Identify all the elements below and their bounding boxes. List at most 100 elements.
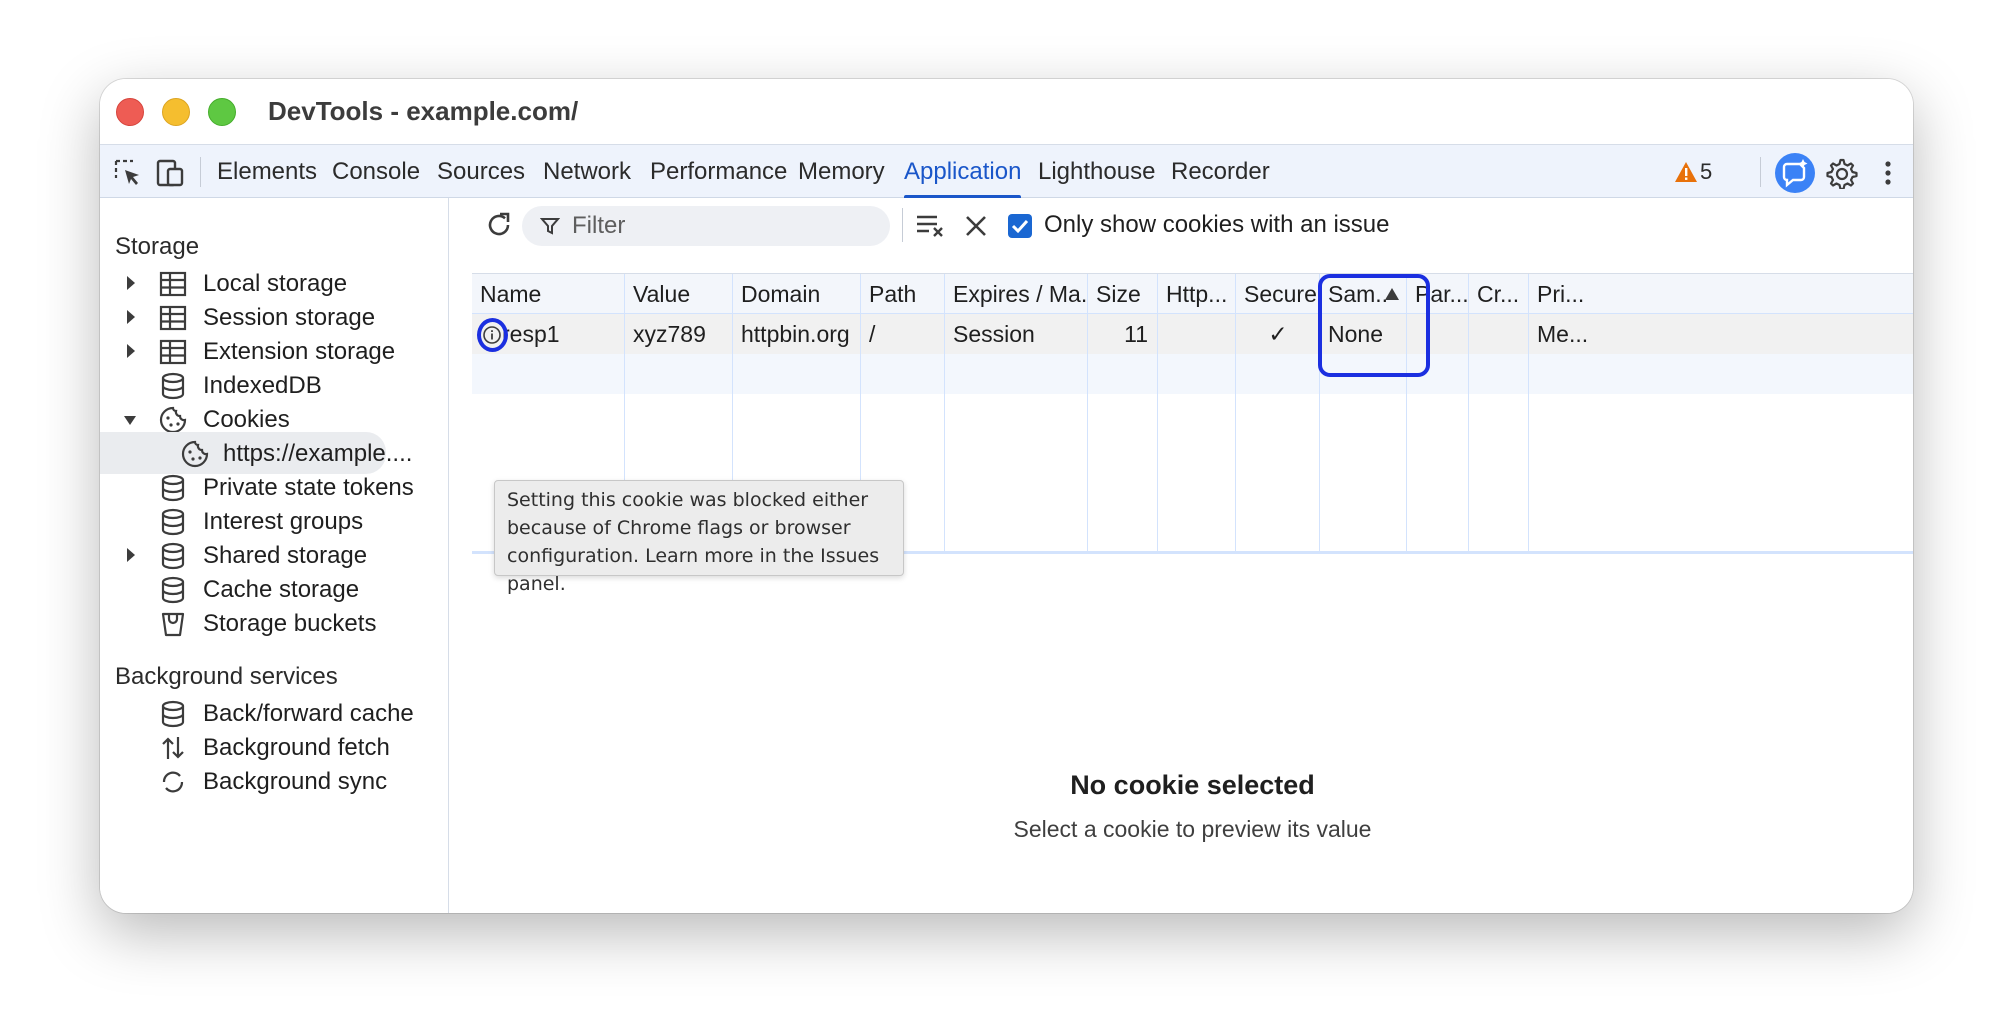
database-icon bbox=[161, 576, 185, 604]
sync-icon bbox=[162, 771, 184, 793]
cell-secure: ✓ bbox=[1268, 321, 1288, 347]
preview-empty-title: No cookie selected bbox=[1070, 770, 1315, 800]
application-sidebar: Storage Local storage Session storage Ex… bbox=[100, 198, 449, 913]
tab-lighthouse[interactable]: Lighthouse bbox=[1038, 145, 1155, 199]
more-options-icon[interactable] bbox=[1872, 157, 1904, 189]
sidebar-item-background-sync[interactable]: Background sync bbox=[100, 760, 435, 802]
info-icon-highlight bbox=[477, 318, 508, 352]
preview-empty-subtitle: Select a cookie to preview its value bbox=[1013, 816, 1372, 842]
filter-box[interactable] bbox=[522, 206, 890, 246]
sidebar-item-label: Background sync bbox=[203, 768, 388, 795]
cell-httponly bbox=[1158, 314, 1236, 354]
devtools-window: DevTools - example.com/ Elements Console… bbox=[100, 79, 1913, 913]
sidebar-item-label: Local storage bbox=[203, 270, 348, 297]
sidebar-item-label: Interest groups bbox=[203, 508, 364, 535]
sidebar-item-storage-buckets[interactable]: Storage buckets bbox=[100, 602, 435, 644]
toolbar-separator bbox=[1760, 157, 1761, 187]
column-header-domain[interactable]: Domain bbox=[733, 274, 861, 314]
tab-application[interactable]: Application bbox=[904, 145, 1022, 199]
cookie-icon bbox=[159, 406, 187, 434]
collapse-arrow-icon[interactable] bbox=[122, 412, 138, 430]
checkmark-icon bbox=[1011, 219, 1029, 234]
database-icon bbox=[161, 700, 185, 728]
filter-icon bbox=[540, 218, 560, 235]
sidebar-item-label: Background fetch bbox=[203, 734, 390, 761]
refresh-icon[interactable] bbox=[483, 209, 515, 241]
minimize-window-button[interactable] bbox=[162, 98, 190, 126]
cookie-icon bbox=[181, 440, 209, 468]
toolbar-separator bbox=[902, 208, 903, 242]
background-services-section-title: Background services bbox=[115, 663, 338, 690]
sidebar-item-label: Session storage bbox=[203, 304, 376, 331]
warning-icon[interactable] bbox=[1674, 161, 1698, 183]
cell-domain: httpbin.org bbox=[741, 321, 850, 347]
tab-sources[interactable]: Sources bbox=[437, 145, 525, 199]
issues-count[interactable]: 5 bbox=[1700, 145, 1712, 199]
tab-elements[interactable]: Elements bbox=[217, 145, 317, 199]
cell-name: resp1 bbox=[502, 321, 560, 347]
settings-gear-icon[interactable] bbox=[1826, 157, 1858, 189]
column-header-size[interactable]: Size bbox=[1088, 274, 1158, 314]
cell-value: xyz789 bbox=[633, 321, 706, 347]
toolbar-separator bbox=[200, 157, 201, 187]
column-header-httponly[interactable]: Http... bbox=[1158, 274, 1236, 314]
blocked-cookie-tooltip: Setting this cookie was blocked either b… bbox=[494, 480, 904, 595]
device-toolbar-icon[interactable] bbox=[154, 157, 186, 189]
column-header-name[interactable]: Name bbox=[472, 274, 625, 314]
sidebar-item-label: Back/forward cache bbox=[203, 700, 414, 727]
sidebar-item-label: IndexedDB bbox=[203, 372, 322, 399]
expand-arrow-icon[interactable] bbox=[125, 308, 137, 326]
sidebar-item-label: Shared storage bbox=[203, 542, 368, 569]
storage-section-title: Storage bbox=[115, 233, 200, 260]
samesite-column-highlight bbox=[1318, 274, 1430, 377]
close-window-button[interactable] bbox=[116, 98, 144, 126]
devtools-tab-bar: Elements Console Sources Network Perform… bbox=[100, 144, 1913, 199]
table-icon bbox=[159, 339, 187, 365]
ai-assistance-icon[interactable] bbox=[1775, 153, 1815, 193]
tab-console[interactable]: Console bbox=[332, 145, 420, 199]
sidebar-item-label: Storage buckets bbox=[203, 610, 377, 637]
arrows-updown-icon bbox=[162, 737, 184, 759]
sidebar-item-label: Private state tokens bbox=[203, 474, 414, 501]
sidebar-item-label: Cookies bbox=[203, 406, 290, 433]
tab-memory[interactable]: Memory bbox=[798, 145, 885, 199]
sidebar-item-label: Extension storage bbox=[203, 338, 396, 365]
cell-expires: Session bbox=[953, 321, 1035, 347]
only-issues-label[interactable]: Only show cookies with an issue bbox=[1044, 211, 1390, 239]
tab-performance[interactable]: Performance bbox=[650, 145, 787, 199]
tab-network[interactable]: Network bbox=[543, 145, 631, 199]
expand-arrow-icon[interactable] bbox=[125, 274, 137, 292]
column-header-expires[interactable]: Expires / Ma... bbox=[945, 274, 1088, 314]
database-icon bbox=[161, 372, 185, 400]
inspect-element-icon[interactable] bbox=[112, 157, 144, 189]
bucket-icon bbox=[161, 612, 185, 637]
expand-arrow-icon[interactable] bbox=[125, 342, 137, 360]
database-icon bbox=[161, 508, 185, 536]
column-header-path[interactable]: Path bbox=[861, 274, 945, 314]
expand-arrow-icon[interactable] bbox=[125, 546, 137, 564]
column-header-value[interactable]: Value bbox=[625, 274, 733, 314]
table-icon bbox=[159, 271, 187, 297]
zoom-window-button[interactable] bbox=[208, 98, 236, 126]
filter-input[interactable] bbox=[572, 210, 872, 242]
cell-path: / bbox=[869, 321, 876, 347]
cookies-toolbar: Only show cookies with an issue bbox=[472, 198, 1913, 274]
column-header-cross-site[interactable]: Cr... bbox=[1469, 274, 1529, 314]
cell-size: 11 bbox=[1124, 321, 1148, 347]
column-header-priority[interactable]: Pri... bbox=[1529, 274, 1599, 314]
sidebar-item-label: Cache storage bbox=[203, 576, 360, 603]
title-bar: DevTools - example.com/ bbox=[100, 79, 1913, 144]
table-icon bbox=[159, 305, 187, 331]
cell-cross-site bbox=[1469, 314, 1529, 354]
database-icon bbox=[161, 542, 185, 570]
delete-selected-icon[interactable] bbox=[962, 212, 990, 240]
clear-filtered-cookies-icon[interactable] bbox=[914, 210, 946, 240]
tab-recorder[interactable]: Recorder bbox=[1171, 145, 1270, 199]
sidebar-item-label: https://example.... bbox=[223, 440, 413, 467]
window-title: DevTools - example.com/ bbox=[268, 96, 579, 126]
cell-priority: Me... bbox=[1537, 321, 1589, 347]
only-issues-checkbox[interactable] bbox=[1008, 214, 1032, 238]
cookies-panel: Only show cookies with an issue Name Val… bbox=[472, 198, 1913, 913]
column-header-secure[interactable]: Secure bbox=[1236, 274, 1320, 314]
database-icon bbox=[161, 474, 185, 502]
